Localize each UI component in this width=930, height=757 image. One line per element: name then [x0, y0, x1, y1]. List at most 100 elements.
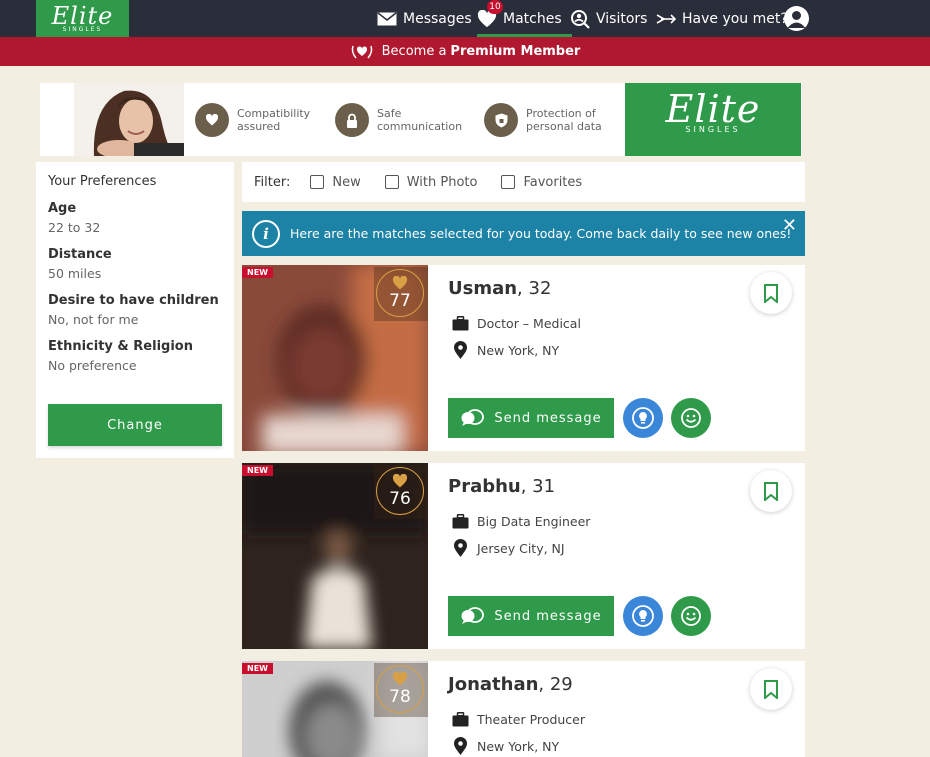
ice-breaker-button[interactable] — [623, 398, 663, 438]
location-text: New York, NY — [477, 739, 560, 754]
checkbox-box[interactable] — [501, 175, 516, 189]
feature-line1: Compatibility — [237, 107, 311, 120]
match-name[interactable]: Usman, 32 — [448, 278, 551, 299]
location-row: New York, NY — [452, 341, 559, 360]
send-smile-button[interactable] — [671, 596, 711, 636]
feature-line1: Protection of — [526, 107, 596, 120]
checkbox-label: With Photo — [406, 174, 478, 190]
smiley-icon — [681, 606, 701, 626]
profile-photo[interactable]: NEW 77 — [242, 265, 428, 451]
filter-favorites-checkbox[interactable]: Favorites — [501, 175, 582, 190]
nav-messages[interactable]: Messages — [377, 0, 472, 37]
feature-compatibility: Compatibility assured — [195, 103, 310, 137]
bookmark-icon — [764, 481, 778, 501]
bookmark-button[interactable] — [750, 470, 792, 512]
briefcase-icon — [452, 514, 469, 529]
location-pin-icon — [454, 539, 467, 557]
pref-distance: Distance 50 miles — [48, 247, 222, 281]
visitor-search-icon — [571, 9, 590, 29]
nav-messages-label: Messages — [403, 10, 472, 27]
occupation-row: Theater Producer — [452, 712, 585, 727]
info-text: Here are the matches selected for you to… — [290, 226, 792, 241]
match-score: 78 — [374, 663, 428, 717]
send-message-button[interactable]: Send message — [448, 596, 614, 636]
feature-line2: communication — [377, 120, 463, 133]
heart-icon — [392, 276, 408, 290]
pref-ethnicity-religion: Ethnicity & Religion No preference — [48, 339, 222, 373]
bookmark-button[interactable] — [750, 668, 792, 710]
match-name[interactable]: Jonathan, 29 — [448, 674, 573, 695]
pref-value: No preference — [48, 358, 137, 373]
filter-bar: Filter: New With Photo Favorites — [242, 162, 805, 202]
premium-banner[interactable]: Become a Premium Member — [0, 37, 930, 66]
name-text: Prabhu — [448, 476, 521, 497]
feature-line2: assured — [237, 120, 281, 133]
change-preferences-button[interactable]: Change — [48, 404, 222, 446]
match-card[interactable]: NEW 78 Jonathan, 29 Theater Producer New… — [242, 661, 805, 757]
send-message-button[interactable]: Send message — [448, 398, 614, 438]
nav-matches-label: Matches — [503, 10, 562, 27]
envelope-icon — [377, 11, 397, 25]
feature-safe-communication: Safe communication — [335, 103, 462, 137]
info-icon: i — [252, 219, 280, 248]
match-name[interactable]: Prabhu, 31 — [448, 476, 555, 497]
filter-label: Filter: — [254, 174, 291, 190]
banner-logo-sub: SINGLES — [685, 125, 741, 134]
user-profile-icon — [787, 11, 806, 28]
score-value: 77 — [389, 291, 411, 311]
score-value: 78 — [389, 687, 411, 707]
send-message-label: Send message — [494, 410, 602, 426]
banner-elite-logo: Elite SINGLES — [625, 83, 801, 156]
location-row: Jersey City, NJ — [452, 539, 565, 558]
nav-visitors[interactable]: Visitors — [570, 0, 647, 37]
preferences-title: Your Preferences — [48, 174, 157, 189]
match-card[interactable]: NEW 77 Usman, 32 Doctor – Medical New Yo… — [242, 265, 805, 451]
bookmark-icon — [764, 283, 778, 303]
feature-line2: personal data — [526, 120, 602, 133]
user-avatar[interactable] — [784, 6, 809, 31]
preferences-panel: Your Preferences Age 22 to 32 Distance 5… — [36, 162, 234, 458]
heart-icon — [195, 103, 229, 137]
age-text: , 31 — [520, 476, 556, 497]
checkbox-box[interactable] — [384, 175, 399, 189]
checkbox-box[interactable] — [310, 175, 325, 189]
new-badge: NEW — [242, 267, 273, 278]
arrows-meet-icon — [656, 13, 676, 24]
occupation-row: Doctor – Medical — [452, 316, 581, 331]
pref-children: Desire to have children No, not for me — [48, 293, 222, 327]
filter-new-checkbox[interactable]: New — [310, 174, 361, 190]
heart-icon — [392, 474, 408, 488]
match-card[interactable]: NEW 76 Prabhu, 31 Big Data Engineer Jers… — [242, 463, 805, 649]
promo-banner: Compatibility assured Safe communication… — [40, 83, 802, 156]
send-smile-button[interactable] — [671, 398, 711, 438]
profile-photo[interactable]: NEW 76 — [242, 463, 428, 649]
filter-with-photo-checkbox[interactable]: With Photo — [384, 174, 478, 190]
premium-prefix: Become a — [381, 44, 447, 59]
lock-icon — [335, 103, 369, 137]
laurel-hearts-icon — [351, 45, 372, 58]
feature-data-protection: Protection of personal data — [484, 103, 602, 137]
pref-label: Ethnicity & Religion — [48, 339, 193, 354]
checkbox-label: New — [332, 174, 361, 190]
occupation-text: Doctor – Medical — [477, 316, 581, 331]
ice-breaker-button[interactable] — [623, 596, 663, 636]
send-message-label: Send message — [494, 608, 602, 624]
nav-visitors-label: Visitors — [596, 10, 648, 27]
location-text: Jersey City, NJ — [477, 541, 565, 556]
occupation-text: Big Data Engineer — [477, 514, 591, 529]
pref-value: 22 to 32 — [48, 220, 101, 235]
age-text: , 29 — [538, 674, 573, 695]
profile-photo[interactable]: NEW 78 — [242, 661, 428, 757]
nav-have-you-met[interactable]: Have you met? — [656, 0, 788, 37]
info-message: i Here are the matches selected for you … — [242, 211, 805, 256]
pref-label: Age — [48, 201, 77, 216]
bookmark-button[interactable] — [750, 272, 792, 314]
new-badge: NEW — [242, 465, 273, 476]
location-text: New York, NY — [477, 343, 560, 358]
name-text: Usman — [448, 278, 518, 299]
close-icon[interactable]: ✕ — [782, 215, 797, 236]
nav-matches[interactable]: 10 Matches — [477, 0, 572, 37]
bookmark-icon — [764, 679, 778, 699]
chat-bubbles-icon — [461, 409, 485, 426]
checkbox-label: Favorites — [523, 174, 583, 190]
